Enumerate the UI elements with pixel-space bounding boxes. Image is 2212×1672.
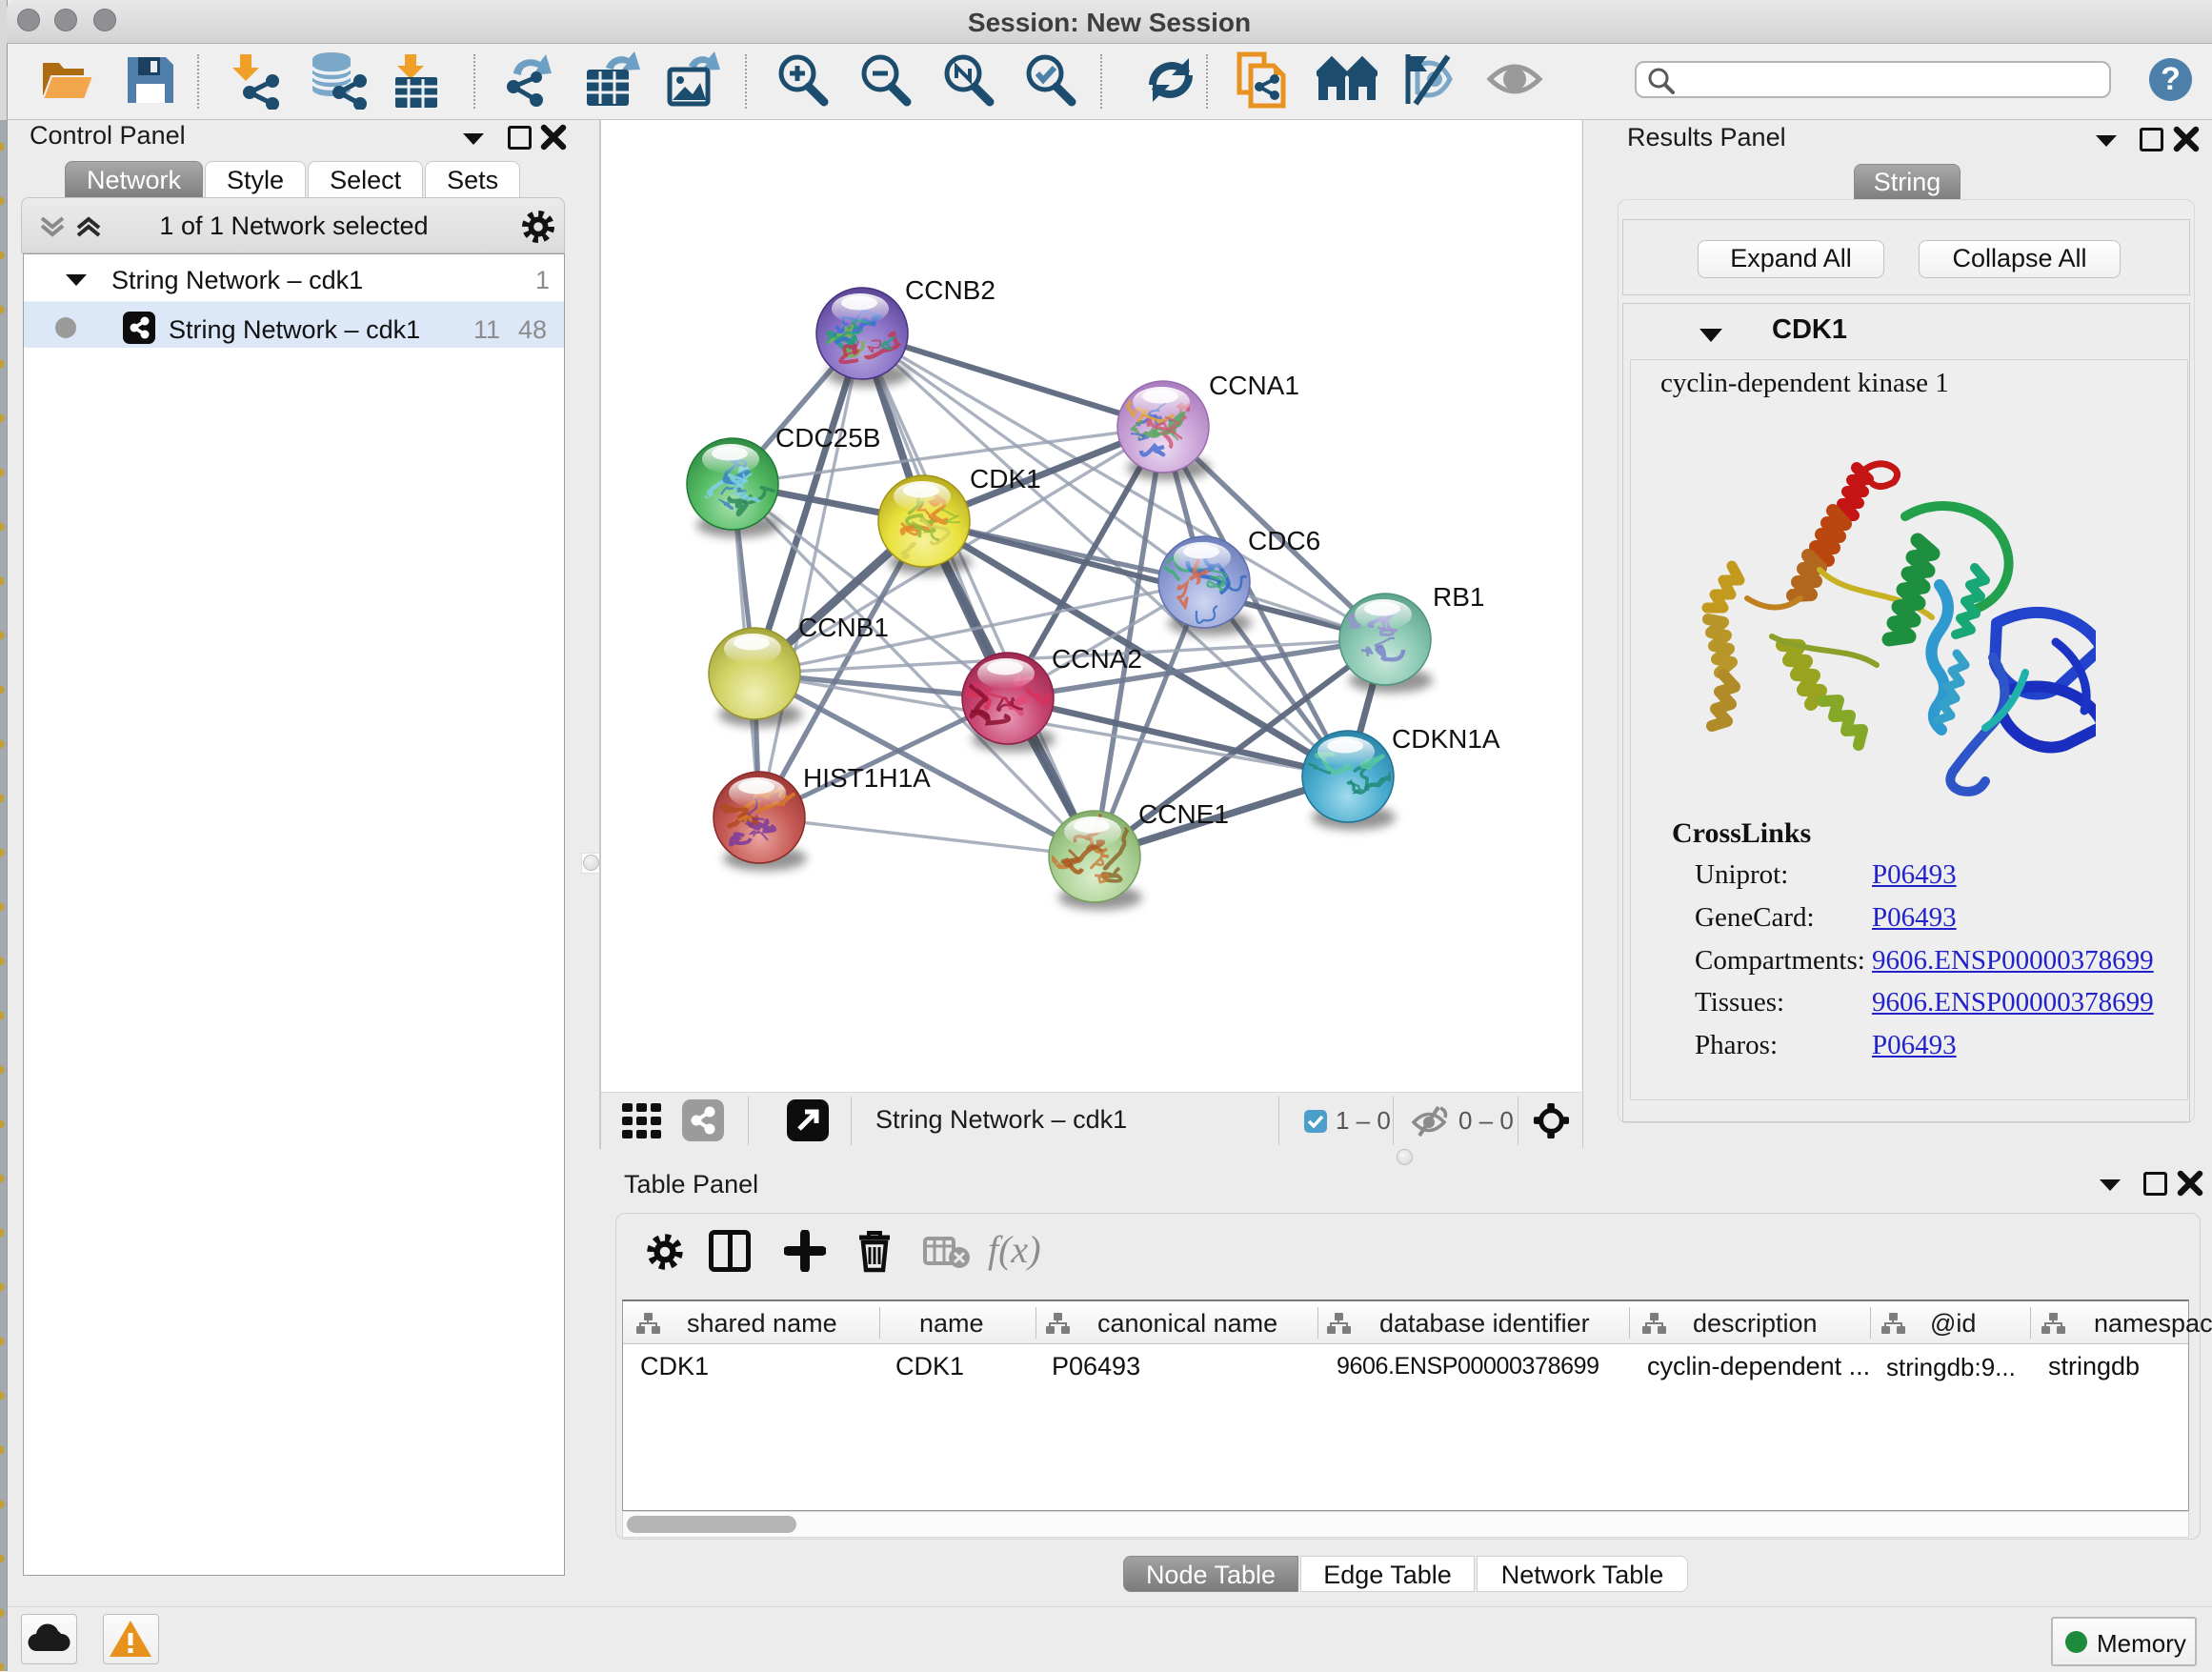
svg-text:CCNB2: CCNB2: [905, 275, 995, 305]
svg-text:CDC6: CDC6: [1248, 526, 1320, 555]
svg-text:CCNA2: CCNA2: [1052, 644, 1142, 674]
svg-text:CCNA1: CCNA1: [1209, 371, 1299, 400]
svg-text:CDK1: CDK1: [970, 464, 1041, 494]
svg-text:CCNB1: CCNB1: [798, 613, 889, 642]
svg-text:CCNE1: CCNE1: [1138, 799, 1229, 829]
svg-text:RB1: RB1: [1433, 582, 1484, 612]
svg-text:CDC25B: CDC25B: [775, 423, 880, 453]
svg-text:HIST1H1A: HIST1H1A: [803, 763, 931, 793]
svg-text:CDKN1A: CDKN1A: [1392, 724, 1500, 754]
